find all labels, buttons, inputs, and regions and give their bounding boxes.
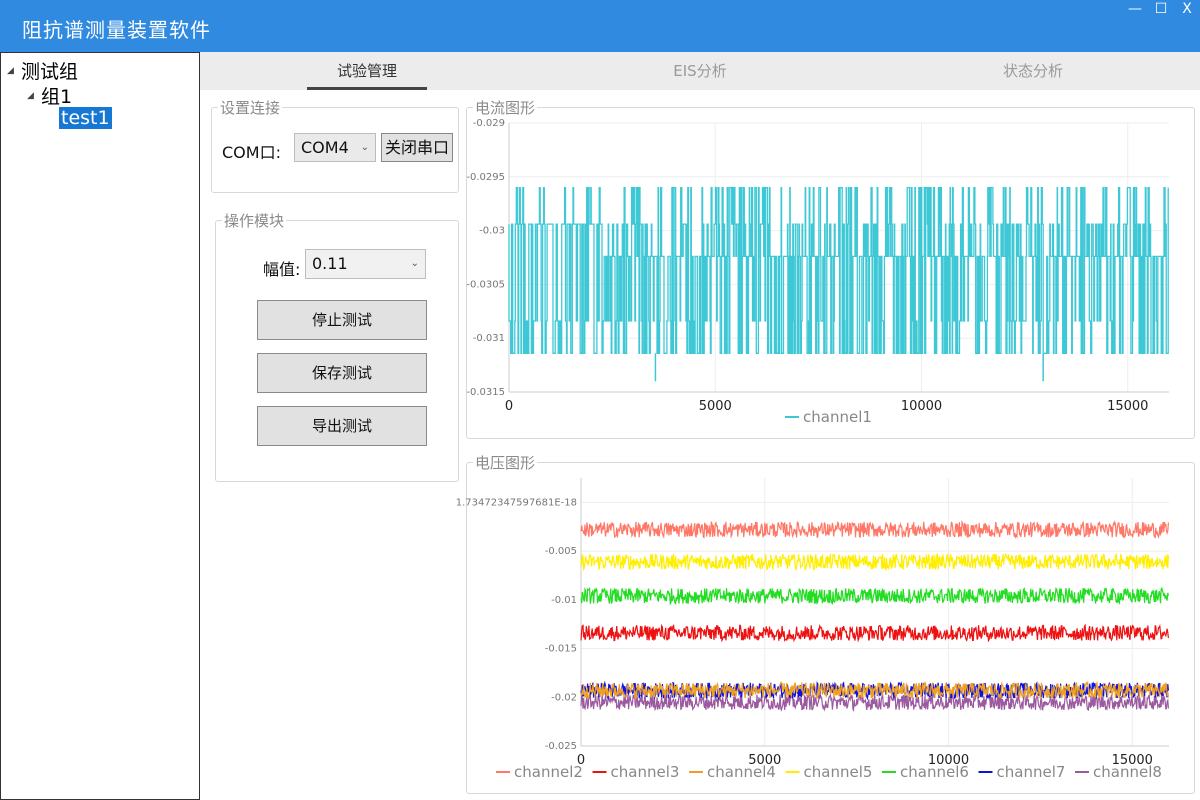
x-tick-label: 10000 (901, 399, 942, 414)
y-tick-label: -0.0305 (466, 279, 505, 290)
legend-label: channel6 (900, 763, 969, 781)
legend-label: channel4 (707, 763, 776, 781)
legend-label: channel2 (514, 763, 583, 781)
y-tick-label: 1.73472347597681E-18 (456, 497, 577, 508)
legend-label: channel1 (803, 408, 872, 426)
legend-label: channel5 (804, 763, 873, 781)
y-tick-label: -0.0295 (466, 172, 505, 183)
series-line-channel3 (580, 623, 1169, 643)
series-line-channel1 (508, 186, 1169, 354)
legend-label: channel3 (611, 763, 680, 781)
y-tick-label: -0.02 (551, 692, 577, 703)
y-tick-label: -0.029 (473, 118, 505, 129)
y-tick-label: -0.005 (545, 546, 577, 557)
legend-label: channel8 (1093, 763, 1162, 781)
series-line-channel8 (580, 692, 1169, 712)
series-line-channel6 (580, 586, 1169, 606)
charts-canvas: -0.029 -0.0295 -0.03 -0.0305 -0.031 -0.03150 5… (456, 118, 1169, 781)
x-tick-label: 0 (505, 399, 513, 414)
y-tick-label: -0.0315 (466, 387, 505, 398)
series-line-channel5 (580, 552, 1169, 572)
y-tick-label: -0.015 (545, 644, 577, 655)
series-line-channel2 (580, 519, 1169, 540)
y-tick-label: -0.025 (545, 741, 577, 752)
legend-label: channel7 (997, 763, 1066, 781)
x-tick-label: 15000 (1107, 399, 1148, 414)
x-tick-label: 5000 (699, 399, 732, 414)
y-tick-label: -0.03 (479, 226, 505, 237)
y-tick-label: -0.01 (551, 595, 577, 606)
y-tick-label: -0.031 (473, 333, 505, 344)
